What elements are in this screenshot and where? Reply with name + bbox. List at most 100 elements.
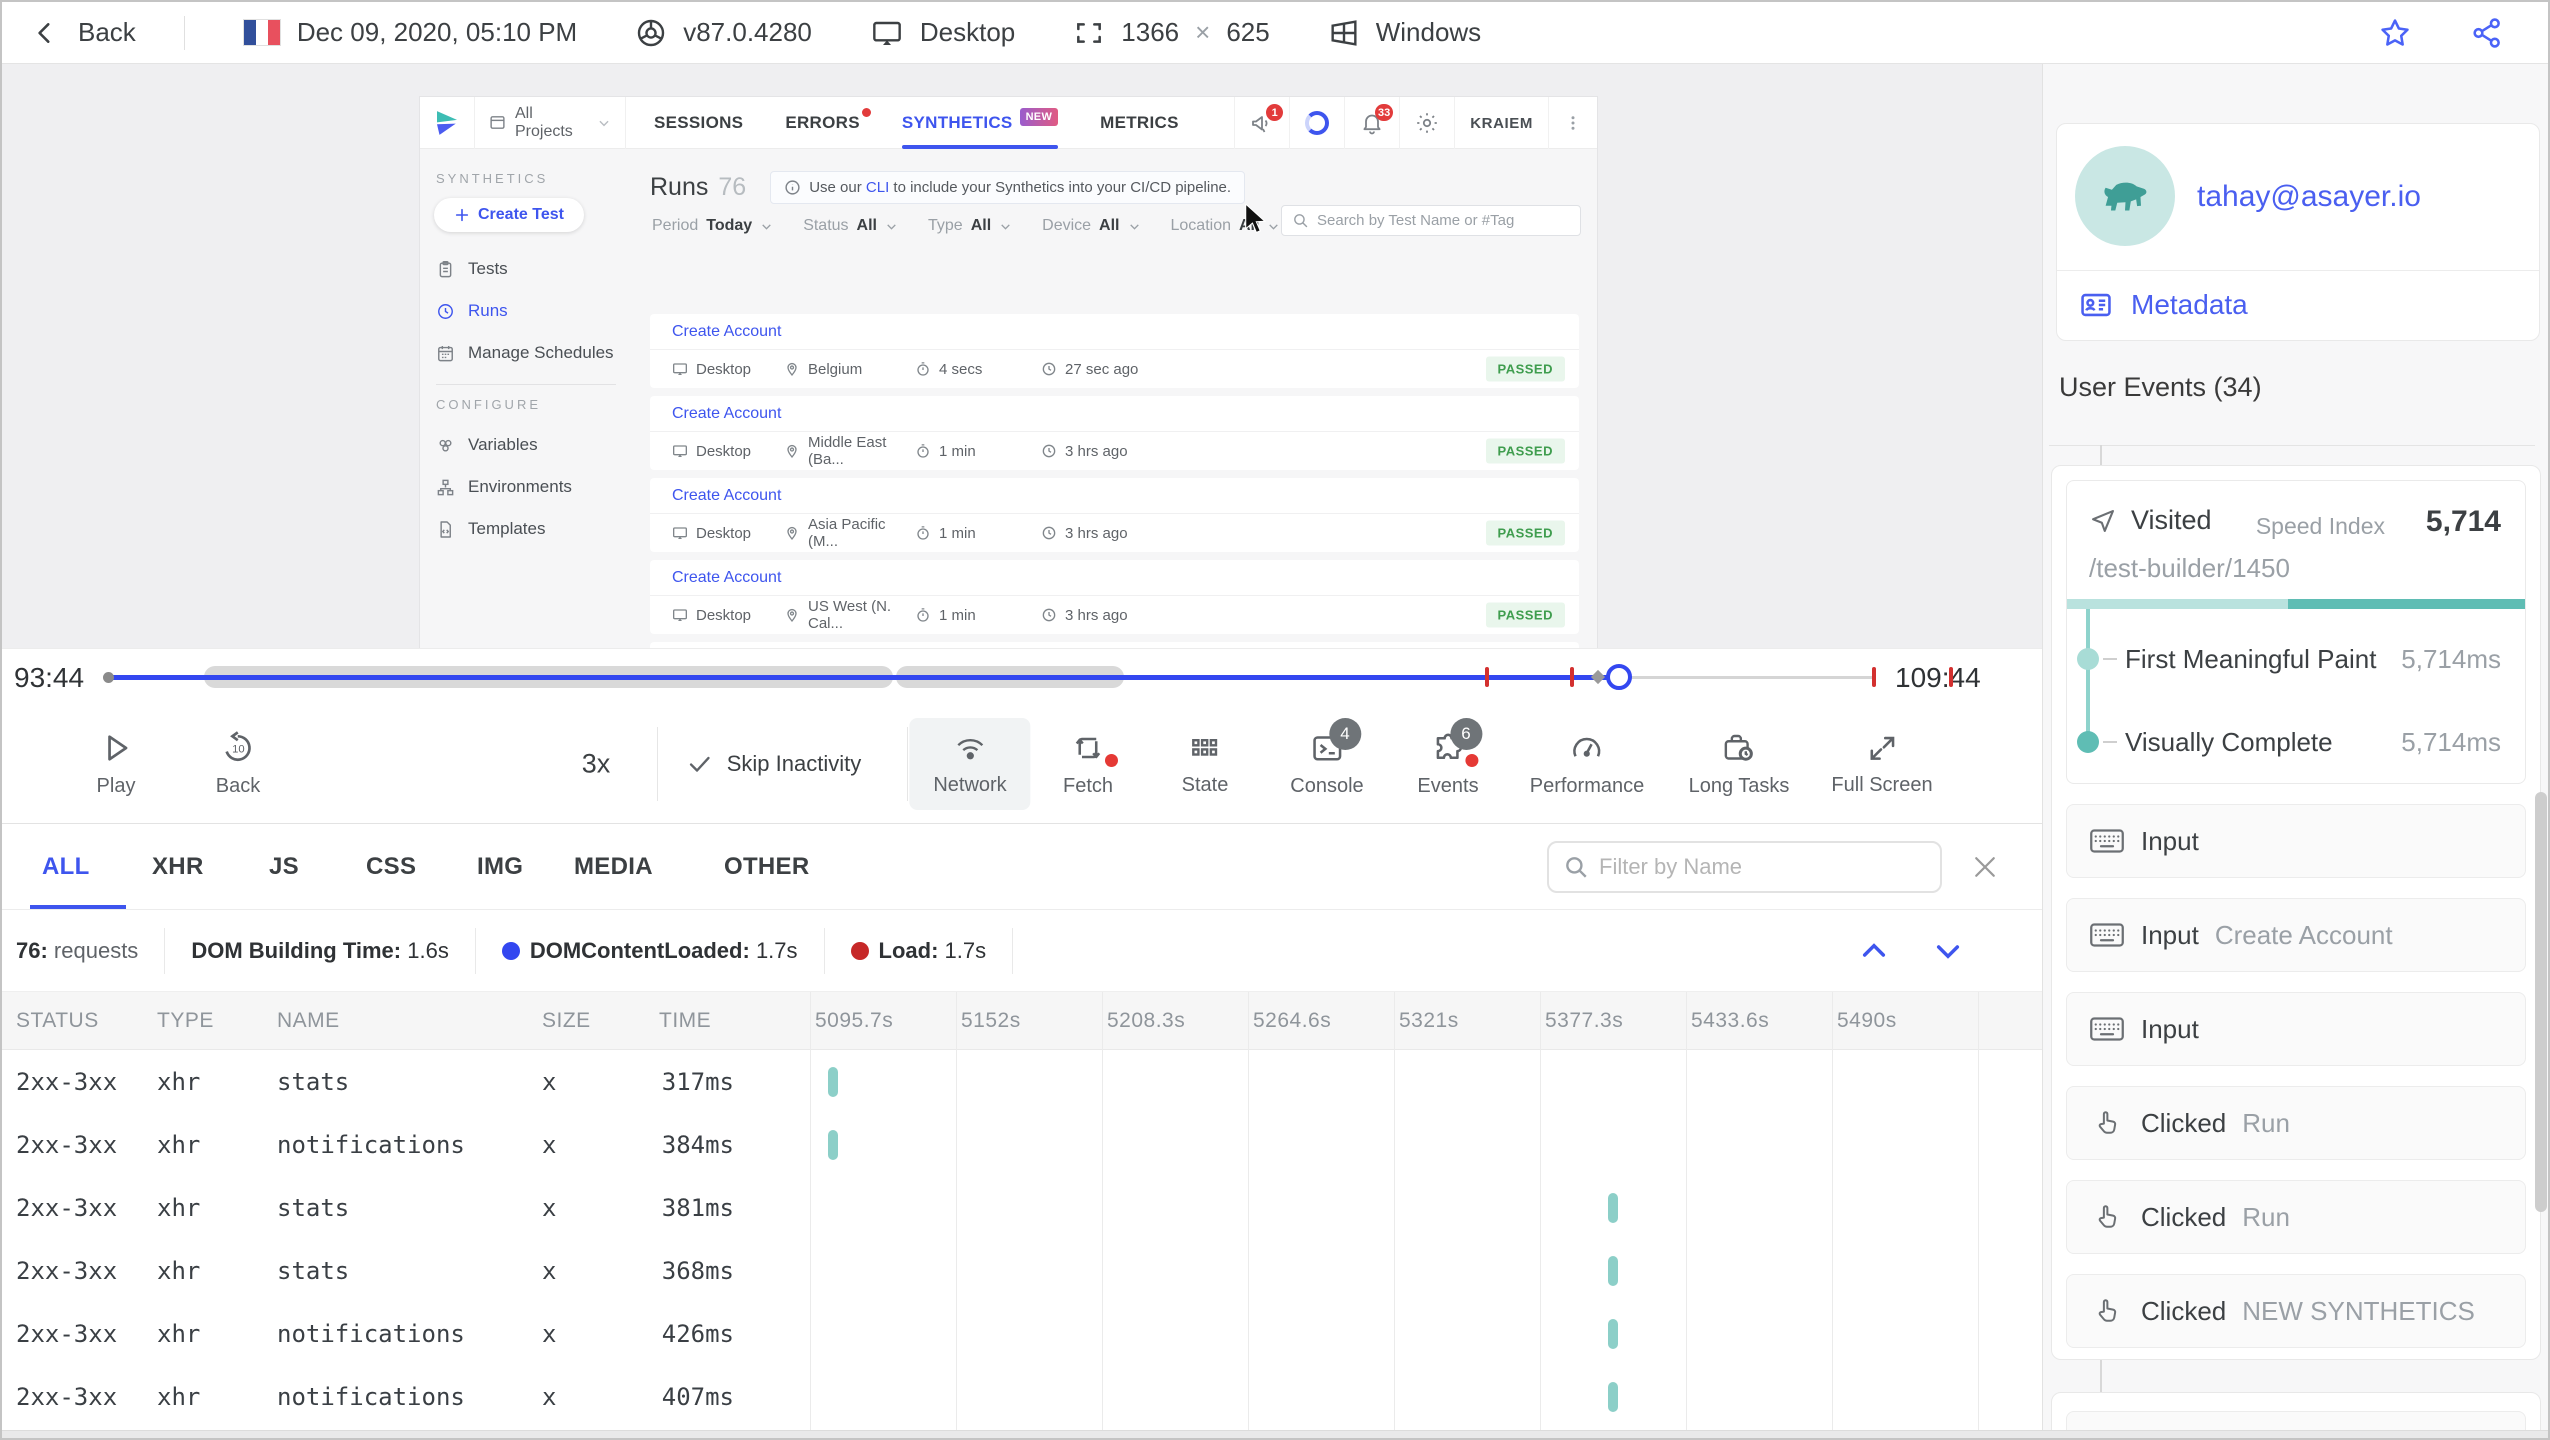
filter-type[interactable]: Type All	[928, 217, 1012, 235]
col-name[interactable]: NAME	[277, 992, 340, 1050]
keyboard-icon	[2089, 920, 2125, 950]
chevron-down-icon[interactable]	[1932, 935, 1964, 967]
sidebar-scrollbar[interactable]	[2535, 792, 2547, 1212]
table-row[interactable]: 2xx-3xx xhr notifications x 384ms	[2, 1113, 2042, 1176]
filter-device[interactable]: Device All	[1042, 217, 1140, 235]
chevron-up-icon[interactable]	[1858, 935, 1890, 967]
performance-panel-button[interactable]: Performance	[1530, 730, 1644, 798]
favorite-star-icon[interactable]	[2378, 16, 2412, 50]
sidebar-item-manage-schedules[interactable]: Manage Schedules	[434, 332, 630, 374]
event-item-click[interactable]: Clicked Run	[2066, 1180, 2526, 1254]
sidebar-item-label: Runs	[468, 301, 508, 320]
table-row[interactable]: 2xx-3xx xhr notifications x 407ms	[2, 1365, 2042, 1428]
stopwatch-icon	[915, 443, 931, 459]
play-button[interactable]: Play	[97, 730, 135, 798]
runs-page-title: Runs	[650, 173, 709, 201]
replayed-app-screenshot: All Projects SESSIONS ERRORS SYNTHETICS N…	[420, 97, 1597, 648]
tab-synthetics[interactable]: SYNTHETICS NEW	[901, 97, 1059, 149]
event-item-click[interactable]: Clicked NEW SYNTHETICS	[2066, 1274, 2526, 1348]
sidebar-item-runs[interactable]: Runs	[434, 290, 630, 332]
tab-metrics[interactable]: METRICS	[1100, 97, 1179, 149]
event-item-input[interactable]: Input	[2066, 992, 2526, 1066]
monitor-icon	[870, 17, 904, 49]
event-item-input[interactable]: Input Create Account	[2066, 898, 2526, 972]
more-menu-button[interactable]	[1548, 97, 1597, 149]
run-test-name-link[interactable]: Create Account	[650, 478, 1579, 514]
account-menu[interactable]: KRAIEM	[1454, 97, 1548, 149]
playhead-handle[interactable]	[1606, 664, 1632, 690]
tab-sessions[interactable]: SESSIONS	[654, 97, 743, 149]
user-email-link[interactable]: tahay@asayer.io	[2197, 180, 2421, 214]
runs-filters: Period Today Status All Type All Device All …	[652, 217, 1280, 235]
create-test-button[interactable]: Create Test	[434, 198, 584, 232]
waterfall-bar	[1608, 1319, 1618, 1349]
timeline-track[interactable]	[103, 649, 1880, 705]
table-row[interactable]: 2xx-3xx xhr notifications x 426ms	[2, 1302, 2042, 1365]
sidebar-item-templates[interactable]: Templates	[434, 508, 630, 550]
replay-viewport: All Projects SESSIONS ERRORS SYNTHETICS N…	[2, 64, 2042, 648]
test-search-box[interactable]	[1281, 205, 1581, 236]
chevron-down-icon	[885, 220, 898, 233]
long-tasks-panel-button[interactable]: Long Tasks	[1689, 730, 1789, 798]
share-icon[interactable]	[2470, 16, 2504, 50]
announcements-button[interactable]: 1	[1234, 97, 1289, 149]
back-button[interactable]: Back	[2, 17, 184, 48]
col-status[interactable]: STATUS	[16, 992, 99, 1050]
event-item-input[interactable]: Input	[2066, 804, 2526, 878]
info-icon	[784, 179, 801, 196]
tab-img[interactable]: IMG	[477, 824, 523, 910]
sidebar-item-environments[interactable]: Environments	[434, 466, 630, 508]
close-panel-icon[interactable]	[1970, 852, 2000, 882]
col-size[interactable]: SIZE	[542, 992, 591, 1050]
playback-speed-button[interactable]: 3x	[582, 748, 611, 779]
cli-link[interactable]: CLI	[866, 179, 889, 196]
event-item-click[interactable]: Clicked Run	[2066, 1086, 2526, 1160]
fetch-panel-button[interactable]: Fetch	[1063, 730, 1118, 798]
visited-event-card[interactable]: Visited Speed Index 5,714 /test-builder/…	[2066, 480, 2526, 784]
project-selector[interactable]: All Projects	[474, 97, 626, 149]
run-detail-row[interactable]: Desktop Belgium 4 secs 27 sec ago PASSED	[650, 350, 1579, 388]
tab-css[interactable]: CSS	[366, 824, 416, 910]
state-panel-button[interactable]: State	[1182, 731, 1228, 797]
speed-index-value: 5,714	[2425, 505, 2501, 538]
filter-period[interactable]: Period Today	[652, 217, 773, 235]
metadata-button[interactable]: Metadata	[2079, 270, 2248, 340]
waterfall-bar	[828, 1130, 838, 1160]
tab-other[interactable]: OTHER	[724, 824, 810, 910]
events-panel-button[interactable]: 6 Events	[1417, 717, 1482, 798]
col-type[interactable]: TYPE	[157, 992, 214, 1050]
tab-all[interactable]: ALL	[42, 824, 90, 910]
run-test-name-link[interactable]: Create Account	[650, 314, 1579, 350]
filter-status[interactable]: Status All	[803, 217, 898, 235]
run-test-name-link[interactable]: Create Account	[650, 396, 1579, 432]
run-card: Create Account Desktop Middle East (Ba..…	[650, 396, 1579, 470]
test-search-input[interactable]	[1317, 212, 1557, 229]
resolution-separator: ×	[1195, 17, 1211, 47]
notifications-button[interactable]: 33	[1344, 97, 1399, 149]
run-detail-row[interactable]: Desktop Middle East (Ba... 1 min 3 hrs a…	[650, 432, 1579, 470]
tab-js[interactable]: JS	[269, 824, 299, 910]
settings-button[interactable]	[1399, 97, 1454, 149]
tab-errors[interactable]: ERRORS	[785, 97, 871, 149]
table-row[interactable]: 2xx-3xx xhr stats x 317ms	[2, 1050, 2042, 1113]
table-row[interactable]: 2xx-3xx xhr stats x 368ms	[2, 1239, 2042, 1302]
col-time[interactable]: TIME	[659, 992, 711, 1050]
network-filter-input[interactable]	[1599, 854, 1919, 880]
tab-xhr[interactable]: XHR	[152, 824, 204, 910]
network-filter-box[interactable]	[1547, 841, 1942, 893]
run-detail-row[interactable]: Desktop US West (N. Cal... 1 min 3 hrs a…	[650, 596, 1579, 634]
skip-inactivity-toggle[interactable]: Skip Inactivity	[687, 751, 861, 777]
monitor-small-icon	[672, 361, 688, 377]
status-badge: PASSED	[1485, 356, 1565, 382]
run-test-name-link[interactable]: Create Account	[650, 560, 1579, 596]
sidebar-item-tests[interactable]: Tests	[434, 248, 630, 290]
run-detail-row[interactable]: Desktop Asia Pacific (M... 1 min 3 hrs a…	[650, 514, 1579, 552]
tab-media[interactable]: MEDIA	[574, 824, 653, 910]
back-10-button[interactable]: 10 Back	[216, 730, 260, 798]
table-row[interactable]: 2xx-3xx xhr stats x 381ms	[2, 1176, 2042, 1239]
console-panel-button[interactable]: 4 Console	[1290, 717, 1364, 798]
network-panel-button[interactable]: Network	[909, 717, 1031, 810]
full-screen-button[interactable]: Full Screen	[1831, 731, 1933, 797]
sidebar-item-variables[interactable]: Variables	[434, 424, 630, 466]
waterfall-tick: 5208.3s	[1107, 1009, 1186, 1032]
